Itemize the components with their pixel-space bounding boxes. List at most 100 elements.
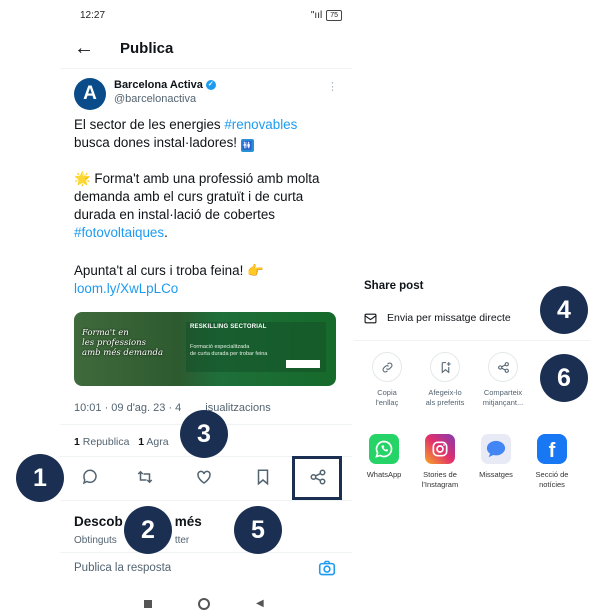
camera-icon[interactable] [318,560,336,576]
system-nav-bar: ◀ [60,596,352,612]
app-label-line: notícies [539,479,565,489]
app-label-line: WhatsApp [366,470,402,479]
post-paragraph-3: Apunta't al curs i troba feina! 👉 loom.l… [74,262,344,298]
option-label-line: als preferits [425,397,465,407]
facebook-news-feed-option[interactable]: f Secció de notícies [522,434,582,489]
media-subtitle-line: de curta durada per trobar feina [190,351,268,357]
likes-label[interactable]: Agra [146,436,168,448]
repost-icon[interactable] [136,468,158,490]
app-label-line: Secció de [535,470,569,479]
actions-divider-bottom [60,500,352,501]
media-caption-line: amb més demanda [82,348,164,358]
author-name[interactable]: Barcelona Activa ✓ [114,79,216,91]
instagram-icon [425,434,455,464]
app-label-line: l'Instagram [421,479,459,489]
battery-icon: 75 [326,10,342,21]
share-sheet-title: Share post [364,280,424,292]
callout-badge-3: 3 [180,410,228,458]
option-label-line: l'enllaç [375,397,399,407]
callout-badge-6: 6 [540,354,588,402]
bookmark-add-icon [430,352,460,382]
post-url-link[interactable]: loom.ly/XwLpLCo [74,281,178,296]
share-sheet-divider [354,340,590,341]
discover-sub-text: tter [174,535,190,546]
callout-badge-1: 1 [16,454,64,502]
envelope-icon [364,313,377,323]
whatsapp-share-option[interactable]: WhatsApp [354,434,414,480]
instagram-stories-option[interactable]: Stories de l'Instagram [410,434,470,489]
author-name-text: Barcelona Activa [114,79,203,91]
option-label-line: Copia [377,388,397,397]
reposts-label[interactable]: Republica [83,436,130,448]
discover-title-text: Descob [74,514,123,529]
page-title: Publica [120,39,174,57]
recent-apps-icon[interactable] [144,600,152,608]
share-via-label: Comparteix mitjançant... [472,388,534,407]
post-media-image[interactable]: Forma't en les professions amb més deman… [74,312,336,386]
hashtag-link[interactable]: #fotovoltaiques [74,225,164,240]
media-caption-line: Forma't en [82,328,129,338]
status-icons: "ııl 75 [311,10,342,21]
header-divider [60,68,352,69]
more-options-icon[interactable]: ⋮ [327,80,338,93]
post-text: Apunta't al curs i troba feina! 👉 [74,263,264,278]
direct-message-label: Envia per missatge directe [387,312,511,324]
nav-back-icon[interactable]: ◀ [256,598,264,609]
post-text: El sector de les energies [74,117,225,132]
author-handle: @barcelonactiva [114,93,197,105]
discover-title-text: més [174,514,202,529]
facebook-icon: f [537,434,567,464]
reposts-count: 1 [74,436,80,448]
sponsor-logo [286,360,320,368]
post-paragraph-1: El sector de les energies #renovables bu… [74,116,344,152]
hashtag-link[interactable]: #renovables [224,117,297,132]
media-subtitle: Formació especialitzada de curta durada … [190,344,267,358]
app-label: Secció de notícies [522,470,582,489]
callout-badge-4: 4 [540,286,588,334]
verified-badge-icon: ✓ [205,80,216,90]
like-heart-icon[interactable] [195,468,217,490]
add-to-bookmarks-label: Afegeix-lo als preferits [414,388,476,407]
post-text: 🌟 Forma't amb una professió amb molta de… [74,171,320,222]
phone-screen: 12:27 "ııl 75 ← Publica A Barcelona Acti… [60,0,352,612]
reply-input[interactable]: Publica la resposta [74,562,171,574]
post-text: busca dones instal·ladores! [74,135,241,150]
app-label: Missatges [466,470,526,480]
status-bar: 12:27 "ııl 75 [80,10,342,24]
reply-divider [60,552,352,553]
share-via-option[interactable]: Comparteix mitjançant... [472,352,534,407]
whatsapp-icon [369,434,399,464]
post-stats: 1 Republica 1 Agra [74,436,169,448]
reply-icon[interactable] [81,468,103,490]
restroom-emoji-icon: 🚻 [240,139,254,152]
copy-link-option[interactable]: Copia l'enllaç [356,352,418,407]
option-label-line: Comparteix [483,388,523,397]
signal-icon: "ııl [310,10,323,21]
link-icon [372,352,402,382]
media-subtitle-line: Formació especialitzada [190,344,250,350]
home-icon[interactable] [198,598,210,610]
copy-link-label: Copia l'enllaç [356,388,418,407]
option-label-line: mitjançant... [482,397,524,407]
post-paragraph-2: 🌟 Forma't amb una professió amb molta de… [74,170,344,242]
callout-badge-2: 2 [124,506,172,554]
post-text: . [164,225,168,240]
likes-count: 1 [138,436,145,448]
messages-share-option[interactable]: Missatges [466,434,526,480]
app-label: Stories de l'Instagram [410,470,470,489]
option-label-line: Afegeix-lo [428,388,462,397]
app-label-line: Missatges [479,470,513,479]
direct-message-option[interactable]: Envia per missatge directe [364,310,511,326]
app-label-line: Stories de [423,470,457,479]
callout-badge-5: 5 [234,506,282,554]
bookmark-icon[interactable] [254,468,276,490]
app-label: WhatsApp [354,470,414,480]
status-time: 12:27 [80,10,106,21]
back-arrow-icon[interactable]: ← [74,37,104,60]
add-to-bookmarks-option[interactable]: Afegeix-lo als preferits [414,352,476,407]
post-timestamp: 10:01 · 09 d'ag. 23 · 4 isualitzacions [74,402,271,414]
post-author: A Barcelona Activa ✓ @barcelonactiva ⋮ [74,78,340,112]
app-header: ← Publica [74,36,173,60]
media-banner: RESKILLING SECTORIAL Formació especialit… [186,322,326,372]
avatar[interactable]: A [74,78,106,110]
